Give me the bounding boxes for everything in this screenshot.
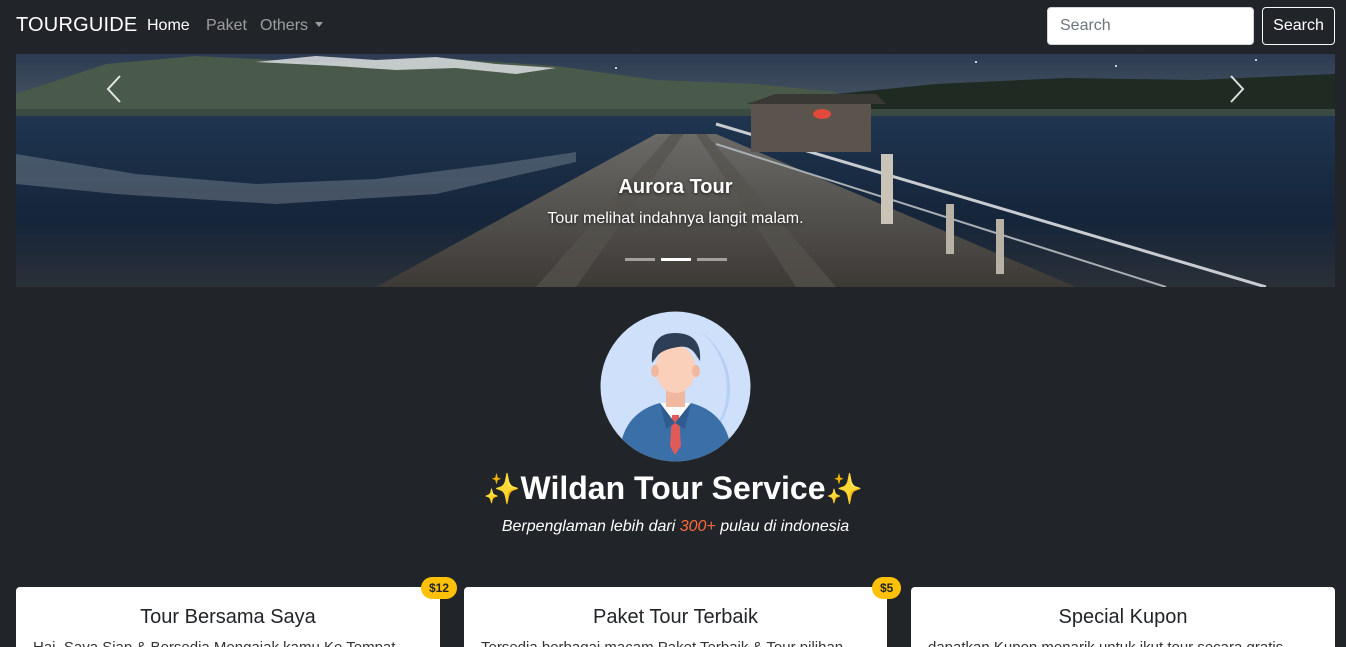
page-title-text: Wildan Tour Service	[520, 470, 826, 506]
carousel-caption-title: Aurora Tour	[618, 176, 733, 198]
carousel-prev-icon[interactable]	[100, 72, 130, 106]
card-title: Paket Tour Terbaik	[593, 606, 758, 628]
navbar: TOURGUIDE Home Paket Others Search	[0, 0, 1346, 54]
caret-down-icon	[315, 22, 324, 27]
nav-others-label: Others	[260, 17, 309, 34]
card-text: dapatkan Kupon menarik untuk ikut tour s…	[928, 639, 1283, 647]
brand-logo[interactable]: TOURGUIDE	[16, 14, 137, 37]
card-title: Tour Bersama Saya	[140, 606, 316, 628]
nav-others-dropdown[interactable]: Others	[260, 17, 324, 35]
subtitle-before: Berpenglaman lebih dari	[501, 518, 680, 535]
subtitle-highlight: 300+	[679, 518, 716, 535]
card-special-kupon: Special Kupon dapatkan Kupon menarik unt…	[911, 587, 1335, 647]
price-badge: $12	[421, 577, 458, 599]
carousel-slide-image	[16, 54, 1335, 287]
carousel-indicator-1[interactable]	[625, 258, 655, 261]
nav-paket[interactable]: Paket	[206, 17, 247, 35]
carousel-next-icon[interactable]	[1221, 72, 1251, 106]
search-input[interactable]	[1047, 7, 1254, 45]
sparkle-icon: ✨	[825, 473, 863, 506]
nav-home[interactable]: Home	[147, 17, 190, 35]
sparkle-icon: ✨	[483, 473, 521, 506]
card-text: Tersedia berbagai macam Paket Terbaik & …	[481, 639, 843, 647]
subtitle-after: pulau di indonesia	[715, 518, 850, 535]
card-tour-bersama: Tour Bersama Saya Hai, Saya Siap & Berse…	[16, 587, 440, 647]
carousel-caption-text: Tour melihat indahnya langit malam.	[547, 210, 804, 227]
page-title: ✨Wildan Tour Service✨	[0, 470, 1346, 507]
price-badge: $5	[872, 577, 902, 599]
avatar	[600, 311, 751, 462]
carousel-indicator-2[interactable]	[661, 258, 691, 261]
card-paket-tour: Paket Tour Terbaik Tersedia berbagai mac…	[464, 587, 887, 647]
search-button[interactable]: Search	[1262, 7, 1335, 45]
card-title: Special Kupon	[1058, 606, 1188, 628]
carousel-indicators	[625, 258, 727, 261]
carousel-indicator-3[interactable]	[697, 258, 727, 261]
page-subtitle: Berpenglaman lebih dari 300+ pulau di in…	[0, 518, 1346, 536]
card-text: Hai, Saya Siap & Bersedia Mengajak kamu …	[33, 639, 395, 647]
hero-carousel: Aurora Tour Tour melihat indahnya langit…	[16, 54, 1335, 287]
